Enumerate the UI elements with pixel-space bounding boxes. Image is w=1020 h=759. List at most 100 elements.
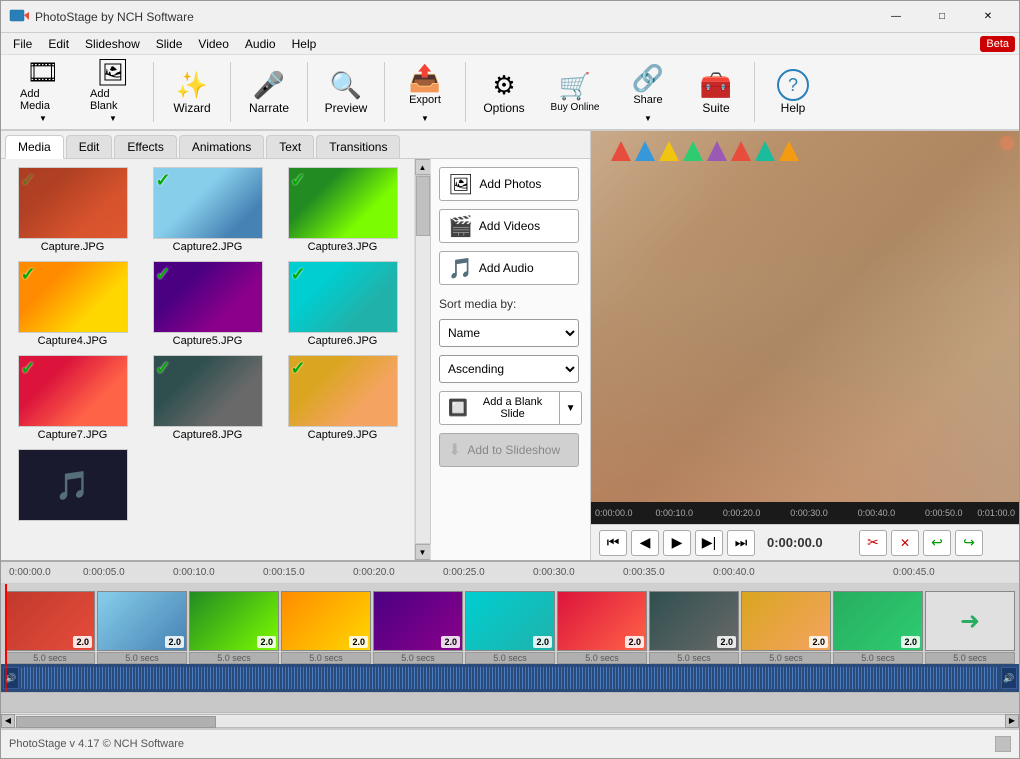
- table-row[interactable]: 2.0 5.0 secs: [741, 591, 831, 664]
- slide-thumbnail[interactable]: 2.0: [557, 591, 647, 651]
- menu-slideshow[interactable]: Slideshow: [77, 35, 148, 53]
- add-media-button[interactable]: 🎞 Add Media ▼: [9, 58, 77, 126]
- media-thumbnail[interactable]: ✓: [18, 355, 128, 427]
- timeline-scrollbar[interactable]: ◀ ▶: [1, 712, 1019, 728]
- menu-slide[interactable]: Slide: [148, 35, 191, 53]
- resize-grip[interactable]: [995, 736, 1011, 752]
- list-item[interactable]: ✓ Capture5.JPG: [144, 261, 271, 347]
- media-thumbnail[interactable]: ✓: [18, 167, 128, 239]
- table-row[interactable]: 2.0 5.0 secs: [465, 591, 555, 664]
- buy-online-button[interactable]: 🛒 Buy Online: [538, 58, 612, 126]
- slide-thumbnail[interactable]: 2.0: [741, 591, 831, 651]
- menu-file[interactable]: File: [5, 35, 40, 53]
- tab-text[interactable]: Text: [266, 135, 314, 158]
- add-to-slideshow-button[interactable]: ⬇ Add to Slideshow: [439, 433, 579, 467]
- sort-by-select[interactable]: Name Date Size: [439, 319, 579, 347]
- scroll-down-button[interactable]: ▼: [415, 544, 431, 560]
- minimize-button[interactable]: —: [873, 1, 919, 33]
- add-audio-button[interactable]: 🎵 Add Audio: [439, 251, 579, 285]
- table-row[interactable]: 2.0 5.0 secs: [97, 591, 187, 664]
- menu-video[interactable]: Video: [190, 35, 236, 53]
- scroll-bar-thumb[interactable]: [16, 716, 216, 728]
- export-button[interactable]: 📤 Export ▼: [391, 58, 459, 126]
- add-blank-dropdown[interactable]: ▼: [560, 391, 582, 425]
- media-thumbnail[interactable]: 🎵: [18, 449, 128, 521]
- help-button[interactable]: ? Help: [761, 58, 825, 126]
- skip-forward-button[interactable]: ⏭: [727, 530, 755, 556]
- tab-edit[interactable]: Edit: [66, 135, 113, 158]
- table-row[interactable]: ➜ 5.0 secs: [925, 591, 1015, 664]
- slide-thumbnail[interactable]: 2.0: [97, 591, 187, 651]
- narrate-button[interactable]: 🎤 Narrate: [237, 58, 301, 126]
- slide-thumbnail[interactable]: 2.0: [465, 591, 555, 651]
- suite-button[interactable]: 🧰 Suite: [684, 58, 748, 126]
- list-item[interactable]: ✓ Capture2.JPG: [144, 167, 271, 253]
- maximize-button[interactable]: □: [919, 1, 965, 33]
- scroll-up-button[interactable]: ▲: [415, 159, 431, 175]
- list-item[interactable]: ✓ Capture9.JPG: [279, 355, 406, 441]
- slide-thumbnail[interactable]: ➜: [925, 591, 1015, 651]
- step-back-button[interactable]: ◀: [631, 530, 659, 556]
- slide-thumbnail[interactable]: 2.0: [373, 591, 463, 651]
- table-row[interactable]: 2.0 5.0 secs: [557, 591, 647, 664]
- tab-effects[interactable]: Effects: [114, 135, 176, 158]
- rotate-right-button[interactable]: ↪: [955, 530, 983, 556]
- playhead[interactable]: [5, 584, 7, 664]
- table-row[interactable]: 2.0 5.0 secs: [5, 591, 95, 664]
- slide-thumbnail[interactable]: 2.0: [5, 591, 95, 651]
- media-thumbnail[interactable]: ✓: [288, 261, 398, 333]
- menu-edit[interactable]: Edit: [40, 35, 77, 53]
- slide-thumbnail[interactable]: 2.0: [189, 591, 279, 651]
- delete-button[interactable]: ✕: [891, 530, 919, 556]
- scroll-left-button[interactable]: ◀: [1, 714, 15, 728]
- options-button[interactable]: ⚙ Options: [472, 58, 536, 126]
- slide-thumbnail[interactable]: 2.0: [281, 591, 371, 651]
- scroll-bar-track[interactable]: [15, 714, 1005, 728]
- close-button[interactable]: ✕: [965, 1, 1011, 33]
- list-item[interactable]: ✓ Capture4.JPG: [9, 261, 136, 347]
- table-row[interactable]: 2.0 5.0 secs: [189, 591, 279, 664]
- step-forward-button[interactable]: ▶|: [695, 530, 723, 556]
- share-button[interactable]: 🔗 Share ▼: [614, 58, 682, 126]
- share-arrow[interactable]: ▼: [620, 110, 676, 126]
- tab-animations[interactable]: Animations: [179, 135, 264, 158]
- media-thumbnail[interactable]: ✓: [153, 355, 263, 427]
- play-button[interactable]: ▶: [663, 530, 691, 556]
- add-blank-button[interactable]: 🖼 Add Blank ▼: [79, 58, 147, 126]
- list-item[interactable]: ✓ Capture3.JPG: [279, 167, 406, 253]
- scroll-right-button[interactable]: ▶: [1005, 714, 1019, 728]
- list-item[interactable]: ✓ Capture.JPG: [9, 167, 136, 253]
- tab-transitions[interactable]: Transitions: [316, 135, 400, 158]
- skip-back-button[interactable]: ⏮: [599, 530, 627, 556]
- scroll-thumb[interactable]: [416, 176, 430, 236]
- add-blank-slide-button[interactable]: 🔲 Add a Blank Slide: [439, 391, 560, 425]
- media-thumbnail[interactable]: ✓: [288, 355, 398, 427]
- sort-order-select[interactable]: Ascending Descending: [439, 355, 579, 383]
- slide-thumbnail[interactable]: 2.0: [833, 591, 923, 651]
- add-photos-button[interactable]: 🖼 Add Photos: [439, 167, 579, 201]
- timeline-container[interactable]: 2.0 5.0 secs 2.0 5.0 secs 2.0 5.0 secs 2…: [1, 584, 1019, 712]
- table-row[interactable]: 2.0 5.0 secs: [833, 591, 923, 664]
- table-row[interactable]: 2.0 5.0 secs: [373, 591, 463, 664]
- table-row[interactable]: 2.0 5.0 secs: [649, 591, 739, 664]
- media-thumbnail[interactable]: ✓: [18, 261, 128, 333]
- export-arrow[interactable]: ▼: [397, 110, 453, 126]
- add-media-arrow[interactable]: ▼: [15, 110, 71, 126]
- list-item[interactable]: ✓ Capture7.JPG: [9, 355, 136, 441]
- list-item[interactable]: 🎵: [9, 449, 136, 523]
- media-thumbnail[interactable]: ✓: [153, 167, 263, 239]
- slide-thumbnail[interactable]: 2.0: [649, 591, 739, 651]
- table-row[interactable]: 2.0 5.0 secs: [281, 591, 371, 664]
- add-blank-arrow[interactable]: ▼: [85, 110, 141, 126]
- media-thumbnail[interactable]: ✓: [288, 167, 398, 239]
- scroll-track[interactable]: [415, 175, 431, 544]
- tab-media[interactable]: Media: [5, 135, 64, 159]
- wizard-button[interactable]: ✨ Wizard: [160, 58, 224, 126]
- preview-button[interactable]: 🔍 Preview: [314, 58, 378, 126]
- cut-button[interactable]: ✂: [859, 530, 887, 556]
- media-thumbnail[interactable]: ✓: [153, 261, 263, 333]
- rotate-left-button[interactable]: ↩: [923, 530, 951, 556]
- list-item[interactable]: ✓ Capture6.JPG: [279, 261, 406, 347]
- add-videos-button[interactable]: 🎬 Add Videos: [439, 209, 579, 243]
- list-item[interactable]: ✓ Capture8.JPG: [144, 355, 271, 441]
